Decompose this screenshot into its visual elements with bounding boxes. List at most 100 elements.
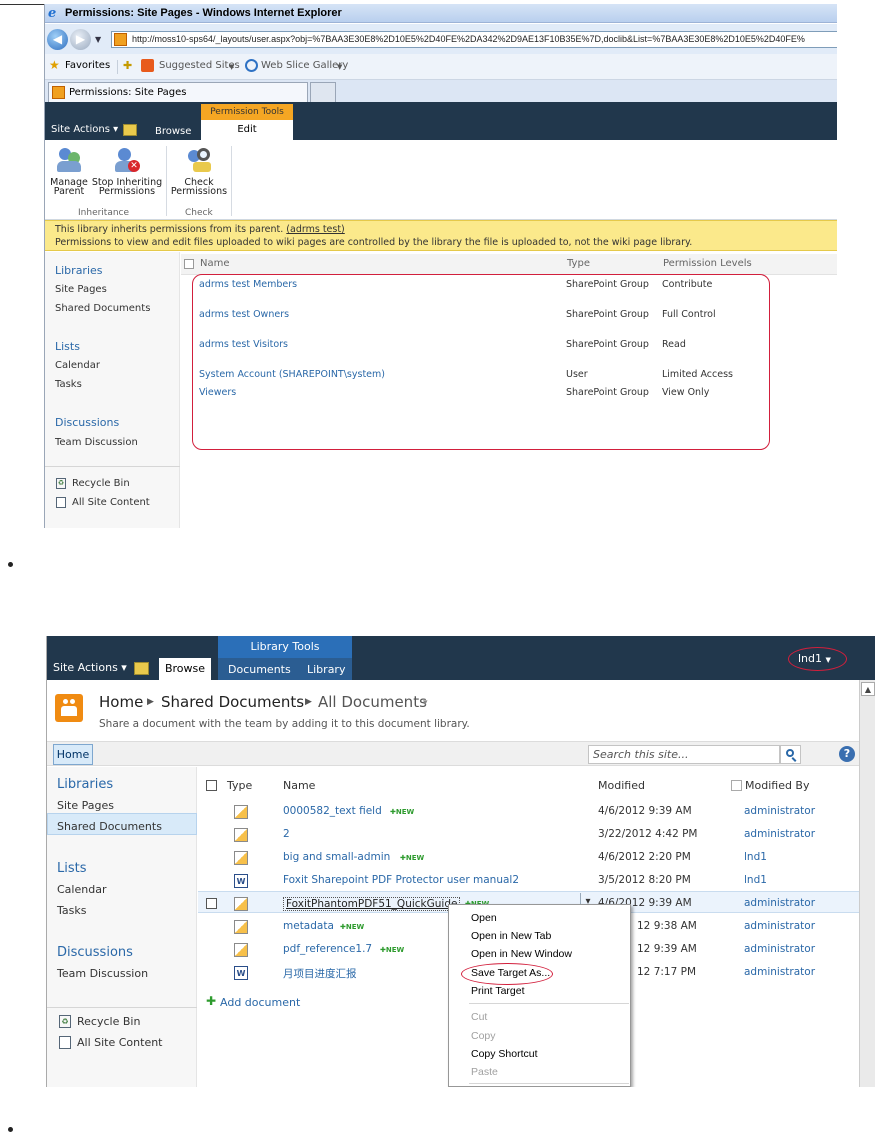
forward-button[interactable]: ▶ — [70, 29, 91, 50]
menu-print-target[interactable]: Print Target — [471, 985, 525, 997]
nav-all-site-content[interactable]: All Site Content — [77, 1036, 163, 1049]
browse-tab[interactable]: Browse — [155, 126, 191, 137]
modified-by-link[interactable]: administrator — [744, 805, 815, 817]
col-modified[interactable]: Modified — [598, 779, 645, 792]
menu-copy-shortcut[interactable]: Copy Shortcut — [471, 1048, 538, 1060]
add-document-link[interactable]: Add document — [220, 996, 300, 1009]
nav-tasks[interactable]: Tasks — [55, 379, 82, 390]
document-name-link[interactable]: pdf_reference1.7 — [283, 943, 372, 955]
new-badge: ✚NEW — [390, 808, 414, 816]
nav-team-discussion[interactable]: Team Discussion — [57, 967, 148, 980]
manage-parent-button[interactable]: Manage Parent — [49, 146, 89, 196]
nav-site-pages[interactable]: Site Pages — [57, 799, 114, 812]
menu-cut: Cut — [471, 1011, 488, 1023]
search-button[interactable] — [780, 745, 801, 764]
breadcrumb-library[interactable]: Shared Documents — [161, 693, 304, 711]
select-all-checkbox[interactable] — [184, 259, 194, 269]
navigate-up-icon[interactable] — [134, 662, 149, 675]
modified-by-link[interactable]: administrator — [744, 897, 815, 909]
modified-by-link[interactable]: lnd1 — [744, 874, 767, 886]
history-dropdown-icon[interactable]: ▼ — [95, 35, 101, 44]
web-slice-dropdown-icon[interactable]: ▼ — [337, 63, 342, 71]
ie-address-row: ◀ ▶ ▼ http://moss10-sps64/_layouts/user.… — [45, 24, 837, 54]
nav-recycle-bin[interactable]: Recycle Bin — [72, 478, 130, 489]
document-name-link[interactable]: 2 — [283, 828, 290, 840]
title-area: Home ▶ Shared Documents ▶ All Documents … — [47, 680, 859, 741]
nav-libraries[interactable]: Libraries — [57, 777, 113, 792]
modified-date: 3/5/2012 8:20 PM — [598, 874, 691, 886]
search-input[interactable]: Search this site... — [588, 745, 780, 764]
manage-parent-icon — [55, 146, 83, 174]
nav-discussions[interactable]: Discussions — [55, 416, 119, 429]
document-name-link[interactable]: Foxit Sharepoint PDF Protector user manu… — [283, 874, 519, 886]
document-name-link[interactable]: metadata — [283, 920, 334, 932]
modified-by-link[interactable]: administrator — [744, 828, 815, 840]
modified-by-link[interactable]: administrator — [744, 920, 815, 932]
menu-open[interactable]: Open — [471, 912, 497, 924]
add-favorite-icon[interactable]: ✚ — [123, 59, 132, 72]
document-name-link[interactable]: big and small-admin — [283, 851, 390, 863]
nav-shared-documents[interactable]: Shared Documents — [55, 303, 150, 314]
add-document-icon[interactable]: ✚ — [206, 994, 216, 1008]
nav-shared-documents[interactable]: Shared Documents — [57, 820, 162, 833]
quick-launch: Libraries Site Pages Shared Documents Li… — [47, 767, 197, 1087]
col-type[interactable]: Type — [567, 258, 590, 269]
suggested-sites-link[interactable]: Suggested Sites — [159, 60, 240, 71]
ie-new-tab-button[interactable] — [310, 82, 336, 102]
modified-by-filter-checkbox[interactable] — [731, 780, 742, 791]
site-actions-label: Site Actions — [53, 661, 118, 674]
web-slice-gallery-link[interactable]: Web Slice Gallery — [261, 60, 348, 71]
col-permission-levels[interactable]: Permission Levels — [663, 258, 752, 269]
nav-calendar[interactable]: Calendar — [57, 883, 106, 896]
nav-team-discussion[interactable]: Team Discussion — [55, 437, 138, 448]
nav-lists[interactable]: Lists — [57, 861, 87, 876]
col-modified-by[interactable]: Modified By — [745, 779, 810, 792]
select-all-checkbox[interactable] — [206, 780, 217, 791]
nav-recycle-bin[interactable]: Recycle Bin — [77, 1015, 140, 1028]
col-type[interactable]: Type — [227, 779, 252, 792]
documents-tab[interactable]: Documents — [228, 663, 291, 676]
nav-discussions[interactable]: Discussions — [57, 945, 133, 960]
document-name-link[interactable]: FoxitPhantomPDF51_QuickGuide — [283, 897, 461, 911]
stop-inheriting-button[interactable]: ✕ Stop Inheriting Permissions — [91, 146, 163, 196]
parent-link[interactable]: (adrms test) — [286, 224, 344, 235]
navigate-up-icon[interactable] — [123, 124, 137, 136]
document-name-link[interactable]: 月项目进度汇报 — [283, 966, 357, 981]
view-dropdown-icon[interactable]: ▾ — [423, 698, 428, 708]
favorites-button[interactable]: Favorites — [65, 60, 110, 71]
scroll-up-icon[interactable]: ▲ — [861, 682, 875, 696]
menu-open-new-window[interactable]: Open in New Window — [471, 948, 572, 960]
vertical-scrollbar[interactable]: ▲ — [859, 680, 875, 1087]
browse-tab[interactable]: Browse — [159, 658, 211, 680]
modified-by-link[interactable]: administrator — [744, 966, 815, 978]
breadcrumb-view[interactable]: All Documents — [318, 693, 427, 711]
window-title: Permissions: Site Pages - Windows Intern… — [65, 7, 342, 19]
row-checkbox[interactable] — [206, 898, 217, 909]
nav-site-pages[interactable]: Site Pages — [55, 284, 107, 295]
check-permissions-button[interactable]: Check Permissions — [169, 146, 229, 196]
breadcrumb-home[interactable]: Home — [99, 693, 143, 711]
site-actions-menu[interactable]: Site Actions ▾ — [51, 124, 118, 135]
ie-tab-active[interactable]: Permissions: Site Pages — [48, 82, 308, 102]
menu-open-new-tab[interactable]: Open in New Tab — [471, 930, 551, 942]
modified-by-link[interactable]: lnd1 — [744, 851, 767, 863]
context-menu: Open Open in New Tab Open in New Window … — [448, 904, 631, 1087]
nav-libraries[interactable]: Libraries — [55, 264, 103, 277]
nav-lists[interactable]: Lists — [55, 340, 80, 353]
address-bar[interactable]: http://moss10-sps64/_layouts/user.aspx?o… — [111, 31, 837, 48]
nav-tasks[interactable]: Tasks — [57, 904, 86, 917]
top-nav-home[interactable]: Home — [53, 744, 93, 765]
col-name[interactable]: Name — [283, 779, 315, 792]
document-name-link[interactable]: 0000582_text field — [283, 805, 382, 817]
help-icon[interactable]: ? — [839, 746, 855, 762]
suggested-sites-dropdown-icon[interactable]: ▼ — [229, 63, 234, 71]
edit-tab[interactable]: Edit — [201, 120, 293, 140]
modified-by-link[interactable]: administrator — [744, 943, 815, 955]
nav-calendar[interactable]: Calendar — [55, 360, 100, 371]
site-actions-menu[interactable]: Site Actions ▾ — [53, 661, 127, 674]
library-tools-label: Library Tools — [218, 636, 352, 658]
library-tab[interactable]: Library — [307, 663, 345, 676]
nav-all-site-content[interactable]: All Site Content — [72, 497, 150, 508]
back-button[interactable]: ◀ — [47, 29, 68, 50]
col-name[interactable]: Name — [200, 258, 230, 269]
